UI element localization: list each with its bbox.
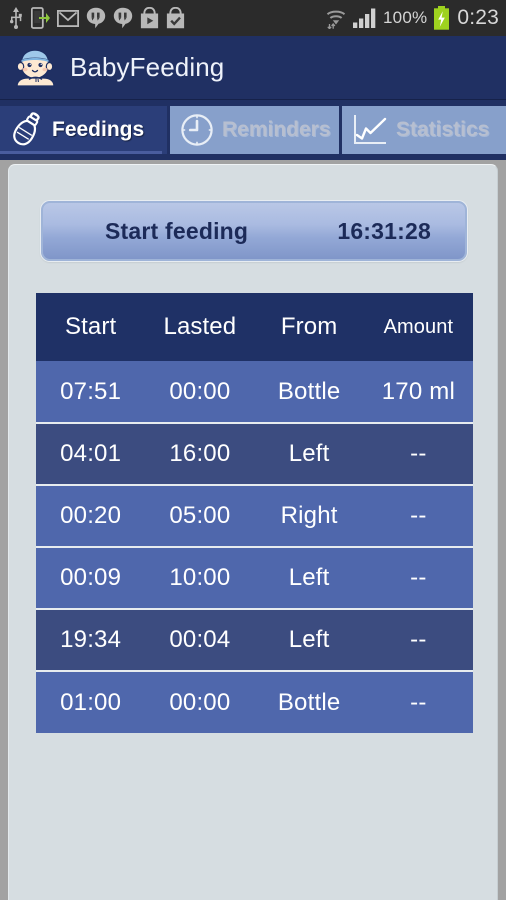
status-bar-notification-icons — [8, 7, 185, 29]
table-row[interactable]: 04:01 16:00 Left -- — [36, 423, 473, 485]
feeding-duration: 16:00 — [169, 440, 231, 467]
table-row[interactable]: 07:51 00:00 Bottle 170 ml — [36, 361, 473, 423]
column-header-from: From — [280, 313, 338, 340]
table-row[interactable]: 00:20 05:00 Right -- — [36, 485, 473, 547]
column-header-start: Start — [65, 313, 117, 340]
feeding-source: Left — [288, 626, 330, 653]
feeding-source: Bottle — [277, 688, 341, 716]
gmail-icon — [57, 9, 79, 27]
start-feeding-button[interactable]: Start feeding 16:31:28 — [41, 201, 467, 261]
tab-bar: Feedings Reminders Statistics — [0, 100, 506, 160]
play-store-icon — [140, 7, 159, 29]
feedings-table: Start Lasted From Amount 07:51 00:00 Bottl… — [36, 293, 473, 733]
table-row[interactable]: 00:09 10:00 Left -- — [36, 547, 473, 609]
tab-feedings[interactable]: Feedings — [0, 106, 167, 154]
start-feeding-time: 16:31:28 — [337, 217, 431, 244]
feeding-amount: -- — [410, 440, 427, 467]
tab-reminders[interactable]: Reminders — [170, 106, 339, 154]
column-header-lasted: Lasted — [163, 313, 237, 340]
feeding-source: Bottle — [277, 377, 341, 405]
content-panel: Start feeding 16:31:28 Start Lasted From… — [8, 164, 498, 900]
feeding-duration: 10:00 — [169, 564, 231, 591]
feedings-table-body: 07:51 00:00 Bottle 170 ml 04:01 16:00 Left -- 00… — [36, 361, 473, 733]
clock-icon — [181, 114, 213, 146]
feeding-start-time: 00:09 — [60, 564, 122, 591]
battery-charging-icon — [434, 6, 450, 30]
status-bar-system-icons: 100% 0:23 — [325, 6, 499, 30]
feeding-amount: -- — [410, 626, 427, 653]
tab-statistics[interactable]: Statistics — [341, 106, 506, 154]
feeding-start-time: 00:20 — [60, 502, 122, 529]
wifi-icon — [326, 10, 346, 29]
feeding-start-time: 07:51 — [60, 377, 122, 405]
feeding-source: Left — [288, 440, 330, 467]
table-header-row: Start Lasted From Amount — [36, 293, 473, 361]
cellular-signal-icon — [353, 8, 376, 28]
app-title: BabyFeeding — [70, 52, 225, 82]
start-feeding-label: Start feeding — [105, 217, 249, 244]
hangouts-icon — [86, 7, 106, 29]
feeding-start-time: 19:34 — [60, 626, 122, 653]
feeding-start-time: 01:00 — [60, 688, 122, 716]
feeding-amount: -- — [410, 688, 427, 716]
android-status-bar: 100% 0:23 — [0, 0, 506, 36]
line-chart-icon — [353, 115, 387, 144]
hangouts-icon — [113, 7, 133, 29]
feeding-amount: -- — [410, 502, 427, 529]
phone-transfer-icon — [31, 7, 50, 29]
feeding-duration: 00:00 — [169, 377, 231, 405]
feeding-source: Right — [280, 502, 338, 529]
table-row[interactable]: 19:34 00:04 Left -- — [36, 609, 473, 671]
feeding-duration: 05:00 — [169, 502, 231, 529]
tab-label-feedings: Feedings — [52, 118, 145, 141]
feedings-table-head: Start Lasted From Amount — [36, 293, 473, 361]
feeding-amount: 170 ml — [381, 377, 455, 405]
tab-label-reminders: Reminders — [222, 118, 331, 141]
column-header-amount: Amount — [383, 315, 454, 338]
app-root: 100% 0:23 BabyFeeding Feedings Reminders… — [0, 0, 506, 900]
feeding-start-time: 04:01 — [60, 440, 122, 467]
status-bar-clock: 0:23 — [457, 6, 499, 29]
feeding-source: Left — [288, 564, 330, 591]
action-bar: BabyFeeding — [0, 36, 506, 100]
tab-label-statistics: Statistics — [395, 118, 490, 141]
baby-face-logo — [16, 48, 55, 87]
feeding-duration: 00:00 — [169, 688, 231, 716]
feeding-amount: -- — [410, 564, 427, 591]
battery-percent-label: 100% — [383, 8, 428, 27]
usb-icon — [10, 7, 22, 29]
baby-bottle-icon — [13, 112, 40, 146]
feeding-duration: 00:04 — [169, 626, 231, 653]
play-store-check-icon — [166, 7, 185, 29]
table-row[interactable]: 01:00 00:00 Bottle -- — [36, 671, 473, 733]
